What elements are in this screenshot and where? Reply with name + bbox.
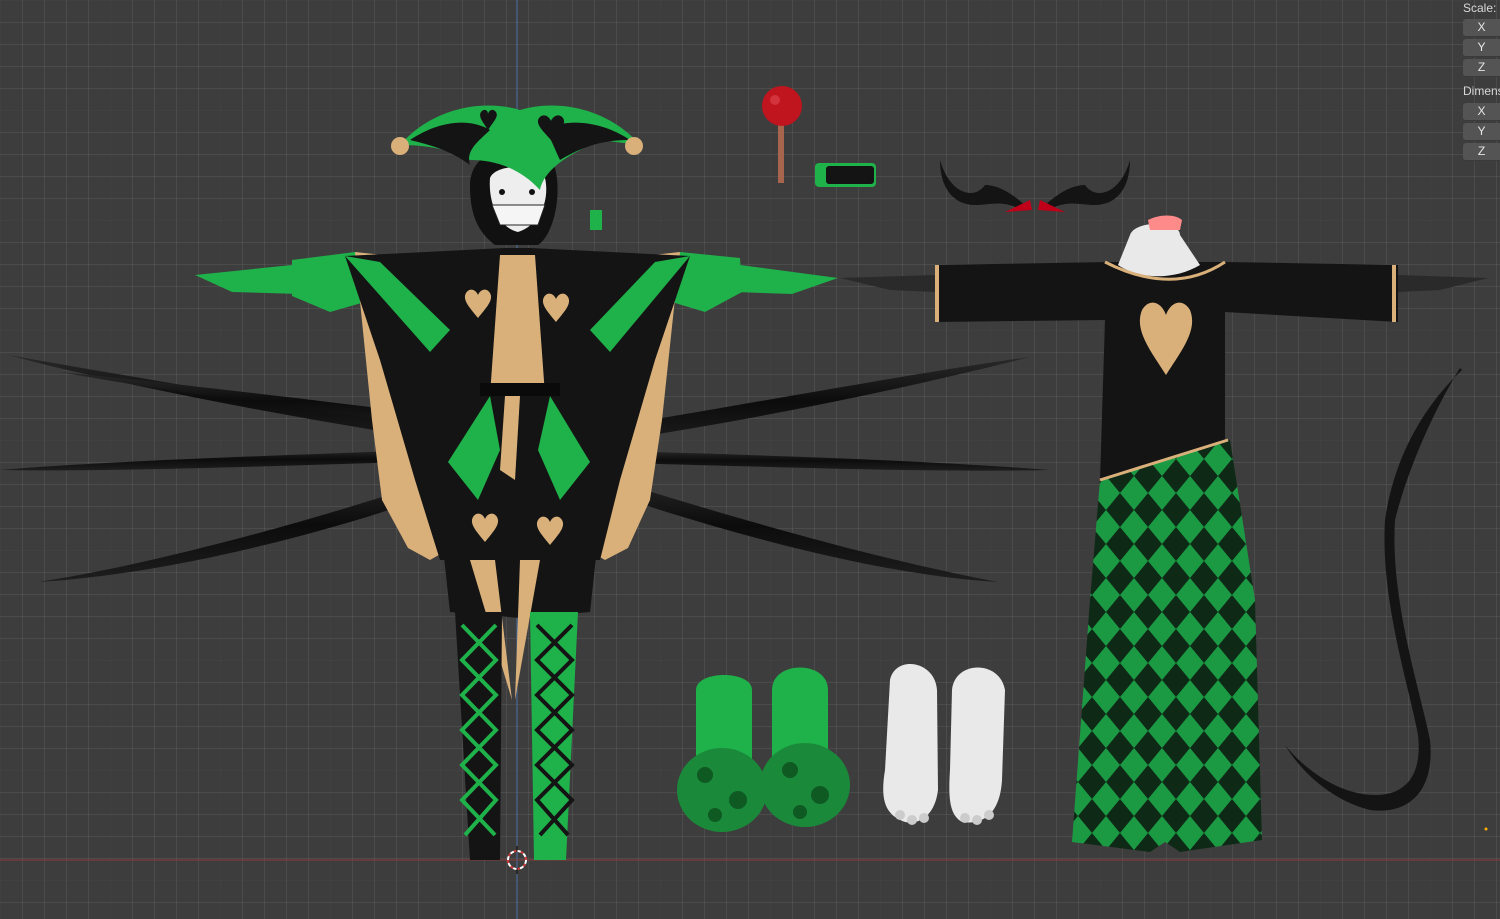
horns-object[interactable]	[940, 160, 1130, 212]
3d-viewport[interactable]: Scale: X Y Z Dimens X Y Z	[0, 0, 1500, 919]
scale-y-field[interactable]: Y	[1463, 39, 1500, 57]
scale-z-field[interactable]: Z	[1463, 59, 1500, 77]
tail-object[interactable]	[1285, 368, 1462, 811]
slippers-object[interactable]	[677, 667, 850, 833]
transform-panel: Scale: X Y Z Dimens X Y Z	[1458, 0, 1500, 170]
feet-object[interactable]	[883, 663, 1005, 825]
scene-canvas[interactable]	[0, 0, 1500, 919]
dimensions-x-field[interactable]: X	[1463, 103, 1500, 121]
scale-label: Scale:	[1463, 1, 1497, 15]
dimensions-label: Dimens	[1463, 84, 1500, 98]
dimensions-z-field[interactable]: Z	[1463, 143, 1500, 161]
scale-x-field[interactable]: X	[1463, 19, 1500, 37]
origin-dot	[1484, 827, 1488, 831]
tag-object[interactable]	[815, 163, 876, 187]
apple-object[interactable]	[762, 86, 802, 183]
dimensions-y-field[interactable]: Y	[1463, 123, 1500, 141]
